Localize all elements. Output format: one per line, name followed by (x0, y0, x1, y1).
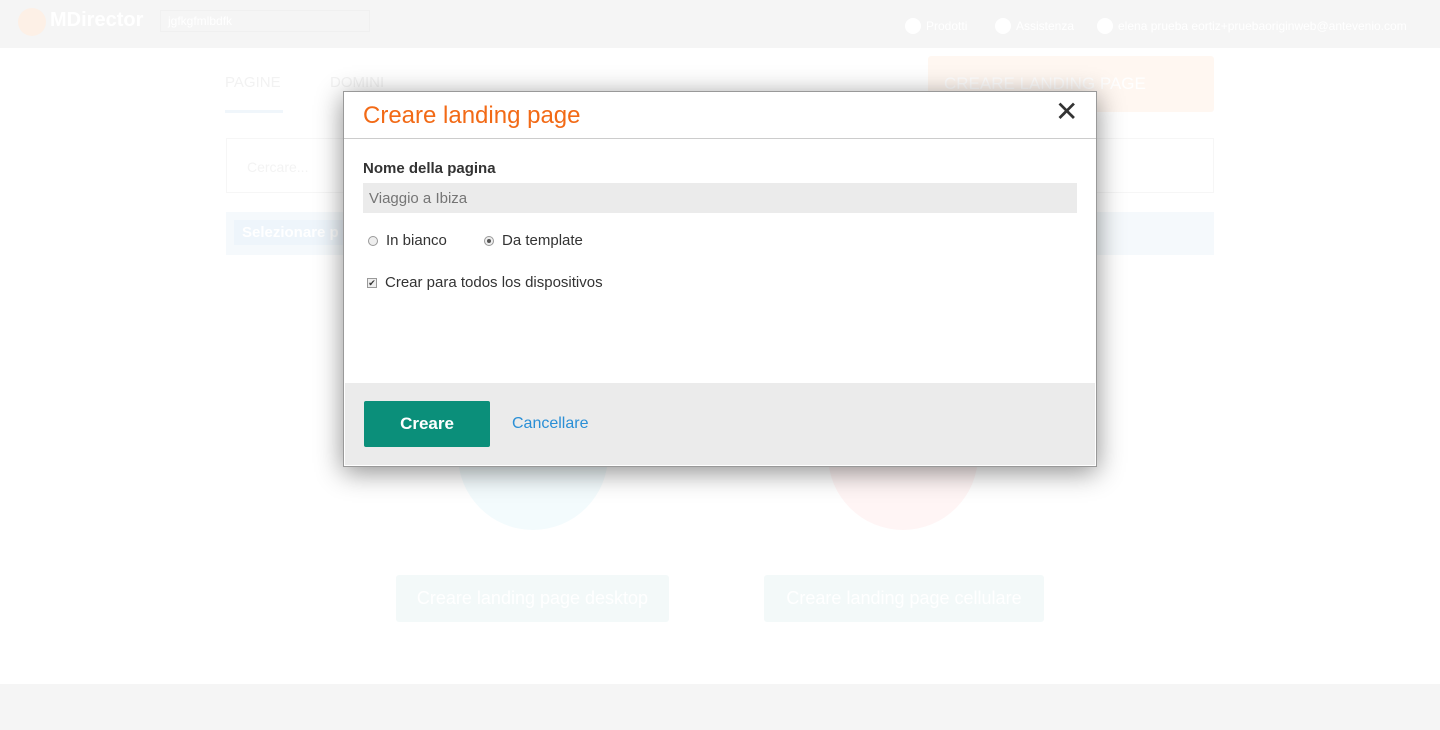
logo-icon (18, 8, 46, 36)
radio-label: In bianco (386, 232, 447, 249)
radio-template[interactable]: Da template (484, 232, 583, 249)
tab-pagine[interactable]: PAGINE (225, 74, 281, 91)
name-label: Nome della pagina (363, 160, 496, 177)
dialog-footer: Creare Cancellare (345, 383, 1095, 465)
logo[interactable]: MDirector (50, 9, 143, 32)
radio-icon[interactable] (484, 235, 494, 246)
dialog-title: Creare landing page (363, 102, 581, 129)
nav-label: Assistenza (1016, 19, 1075, 33)
divider (344, 138, 1096, 139)
account-select[interactable]: jgfkgfmlbdfk (160, 10, 370, 32)
radio-icon[interactable] (368, 235, 378, 246)
radio-blank[interactable]: In bianco (368, 232, 447, 249)
radio-label: Da template (502, 232, 583, 249)
home-icon (905, 18, 921, 34)
nav-assistenza[interactable]: Assistenza (995, 18, 1074, 34)
select-label[interactable]: Selezionare p (234, 220, 347, 245)
cancel-link[interactable]: Cancellare (512, 415, 588, 433)
nav-label: elena prueba eortiz+pruebaoriginweb@ante… (1118, 19, 1407, 33)
create-desktop-button[interactable]: Creare landing page desktop (396, 575, 669, 622)
nav-prodotti[interactable]: Prodotti (905, 18, 967, 34)
top-header: MDirector jgfkgfmlbdfk Prodotti Assisten… (0, 0, 1440, 48)
page-name-input[interactable] (363, 183, 1077, 213)
tab-domini[interactable]: DOMINI (330, 74, 384, 91)
checkbox-icon[interactable]: ✔ (367, 277, 377, 288)
create-mobile-button[interactable]: Creare landing page cellulare (764, 575, 1044, 622)
all-devices-checkbox[interactable]: ✔ Crear para todos los dispositivos (367, 274, 603, 291)
help-icon (995, 18, 1011, 34)
checkbox-label: Crear para todos los dispositivos (385, 274, 603, 291)
user-icon (1097, 18, 1113, 34)
nav-label: Prodotti (926, 19, 968, 33)
footer (0, 684, 1440, 730)
nav-user[interactable]: elena prueba eortiz+pruebaoriginweb@ante… (1097, 18, 1407, 34)
close-icon[interactable]: ✕ (1055, 98, 1078, 126)
create-landing-dialog: Creare landing page ✕ Nome della pagina … (343, 91, 1097, 467)
active-tab-indicator (225, 110, 283, 113)
create-button[interactable]: Creare (364, 401, 490, 447)
